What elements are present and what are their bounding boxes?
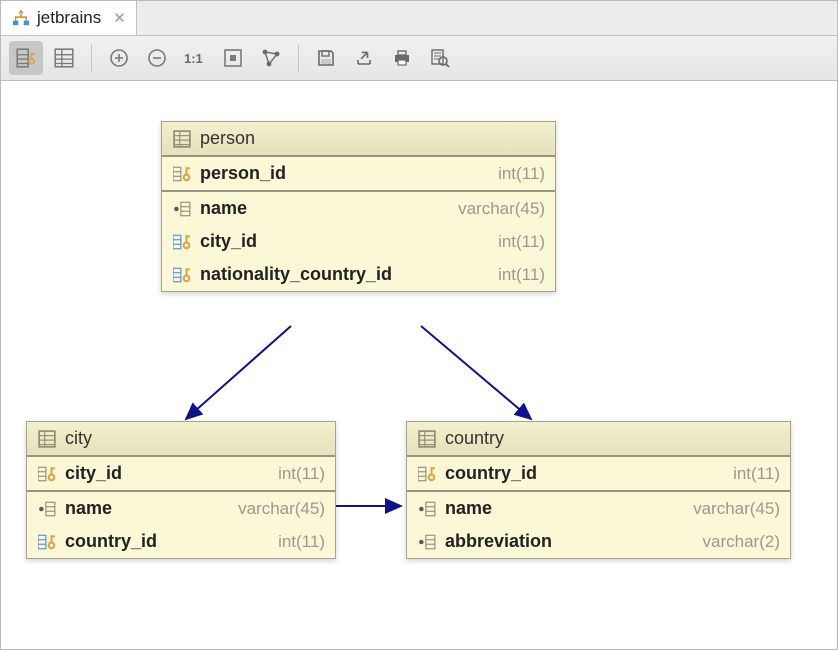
table-icon [172,129,192,149]
toolbar-separator [91,44,92,72]
column-icon [172,199,192,219]
toolbar-separator [298,44,299,72]
column-type: int(11) [498,265,545,285]
column-name: abbreviation [445,531,552,552]
entity-header[interactable]: country [407,422,790,457]
column-type: varchar(45) [238,499,325,519]
table-row[interactable]: city_id int(11) [162,225,555,258]
toolbar: 1:1 [1,36,837,81]
column-type: varchar(2) [703,532,780,552]
save-button[interactable] [309,41,343,75]
zoom-in-button[interactable] [102,41,136,75]
tab-jetbrains[interactable]: jetbrains ✕ [1,1,137,35]
column-name: country_id [445,463,537,484]
table-row[interactable]: person_id int(11) [162,157,555,192]
table-view-button[interactable] [47,41,81,75]
preview-button[interactable] [423,41,457,75]
foreign-key-icon [172,232,192,252]
primary-key-icon [37,464,57,484]
column-icon [417,532,437,552]
column-name: city_id [65,463,122,484]
table-icon [37,429,57,449]
column-name: name [445,498,492,519]
column-name: nationality_country_id [200,264,392,285]
entity-country[interactable]: country country_id int(11) name varchar(… [406,421,791,559]
column-type: int(11) [498,232,545,252]
diagram-icon [11,8,31,28]
column-type: int(11) [278,464,325,484]
primary-key-icon [417,464,437,484]
column-type: varchar(45) [693,499,780,519]
table-row[interactable]: name varchar(45) [27,492,335,525]
column-name: city_id [200,231,257,252]
column-name: person_id [200,163,286,184]
entity-name: person [200,128,255,149]
actual-size-button[interactable]: 1:1 [178,41,212,75]
foreign-key-icon [172,265,192,285]
print-button[interactable] [385,41,419,75]
entity-header[interactable]: person [162,122,555,157]
entity-name: city [65,428,92,449]
primary-key-icon [172,164,192,184]
table-row[interactable]: city_id int(11) [27,457,335,492]
table-row[interactable]: name varchar(45) [162,192,555,225]
column-name: name [200,198,247,219]
key-columns-view-button[interactable] [9,41,43,75]
column-icon [37,499,57,519]
foreign-key-icon [37,532,57,552]
svg-text:1:1: 1:1 [184,51,203,66]
entity-name: country [445,428,504,449]
layout-button[interactable] [254,41,288,75]
entity-person[interactable]: person person_id int(11) name varchar(45… [161,121,556,292]
column-name: name [65,498,112,519]
zoom-out-button[interactable] [140,41,174,75]
table-icon [417,429,437,449]
column-type: int(11) [498,164,545,184]
tab-bar: jetbrains ✕ [1,1,837,36]
column-type: varchar(45) [458,199,545,219]
table-row[interactable]: abbreviation varchar(2) [407,525,790,558]
column-type: int(11) [278,532,325,552]
column-type: int(11) [733,464,780,484]
entity-header[interactable]: city [27,422,335,457]
column-icon [417,499,437,519]
table-row[interactable]: name varchar(45) [407,492,790,525]
export-button[interactable] [347,41,381,75]
tab-label: jetbrains [37,8,101,28]
column-name: country_id [65,531,157,552]
table-row[interactable]: country_id int(11) [27,525,335,558]
diagram-canvas[interactable]: person person_id int(11) name varchar(45… [1,81,837,649]
table-row[interactable]: nationality_country_id int(11) [162,258,555,291]
fit-content-button[interactable] [216,41,250,75]
table-row[interactable]: country_id int(11) [407,457,790,492]
entity-city[interactable]: city city_id int(11) name varchar(45) co… [26,421,336,559]
close-icon[interactable]: ✕ [113,9,126,27]
